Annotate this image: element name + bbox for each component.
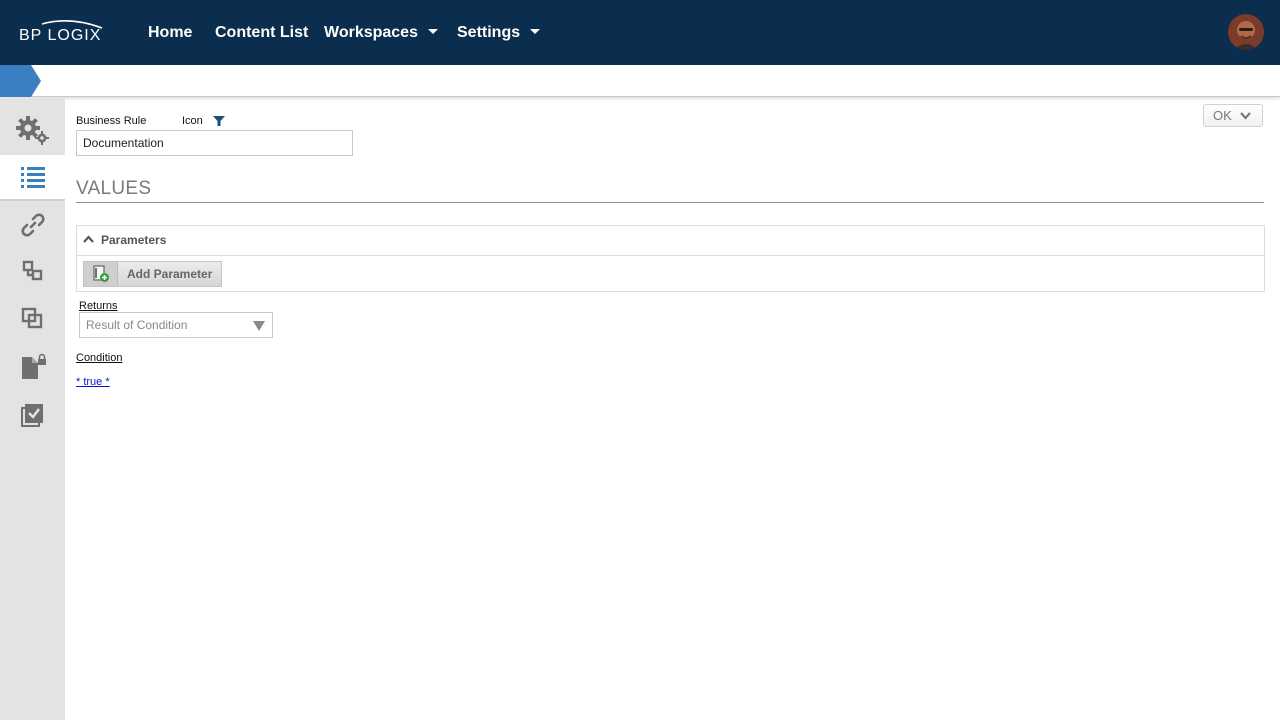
nav-workspaces[interactable]: Workspaces [324,0,438,65]
returns-select-value: Result of Condition [86,318,188,332]
nav-workspaces-label: Workspaces [324,24,418,41]
condition-link[interactable]: * true * [76,376,110,388]
add-parameter-label: Add Parameter [127,267,213,281]
left-tool-rail [0,98,65,720]
parameters-panel: Parameters Add Parameter [76,225,1265,292]
condition-label: Condition [76,352,123,364]
rail-item-relations[interactable] [0,248,65,294]
dropdown-arrow-icon [253,321,265,331]
logo-text: BP LOGIX [19,27,102,44]
rail-item-checklist[interactable] [0,392,65,438]
locked-document-icon [21,353,46,379]
add-document-icon [92,265,109,282]
add-parameter-icon-box [84,262,118,286]
rail-item-properties[interactable] [0,108,65,154]
nav-home-label: Home [148,24,193,41]
add-parameter-button[interactable]: Add Parameter [83,261,222,287]
ok-button[interactable]: OK [1203,104,1263,127]
top-navigation-bar: BP LOGIX Home Content List Workspaces Se… [0,0,1280,65]
link-icon [20,213,45,237]
nav-settings[interactable]: Settings [457,0,541,65]
nav-content-list-label: Content List [215,24,309,41]
breadcrumb-arrow-icon[interactable] [0,65,42,97]
section-divider [76,202,1264,203]
copy-icon [21,307,42,329]
icon-label: Icon [182,115,203,127]
values-section-title: VALUES [76,178,152,199]
relation-icon [22,260,42,281]
breadcrumb-bar [0,65,1280,97]
business-rule-name-input[interactable]: Documentation [76,130,353,156]
caret-down-icon [530,29,541,35]
filter-icon[interactable] [213,115,225,127]
business-rule-name-value: Documentation [83,136,164,150]
returns-select[interactable]: Result of Condition [79,312,273,338]
nav-settings-label: Settings [457,24,521,41]
business-rule-label: Business Rule [76,115,147,127]
caret-down-icon [427,29,438,35]
user-avatar[interactable] [1228,14,1264,50]
rail-item-copy[interactable] [0,296,65,342]
rail-item-values[interactable] [0,155,65,201]
ok-button-label: OK [1213,108,1232,123]
rail-item-security[interactable] [0,344,65,390]
list-icon [20,167,45,188]
gears-icon [15,116,49,145]
chevron-up-icon [83,235,94,243]
nav-content-list[interactable]: Content List [215,0,308,65]
chevron-down-icon [1239,111,1251,120]
nav-home[interactable]: Home [148,0,192,65]
checklist-icon [20,404,43,427]
parameters-panel-header[interactable]: Parameters [77,226,1264,256]
bp-logix-logo[interactable]: BP LOGIX [18,18,106,48]
parameters-title: Parameters [101,233,167,247]
user-photo-icon [1228,14,1264,50]
rail-item-links[interactable] [0,202,65,248]
returns-label: Returns [79,300,118,312]
